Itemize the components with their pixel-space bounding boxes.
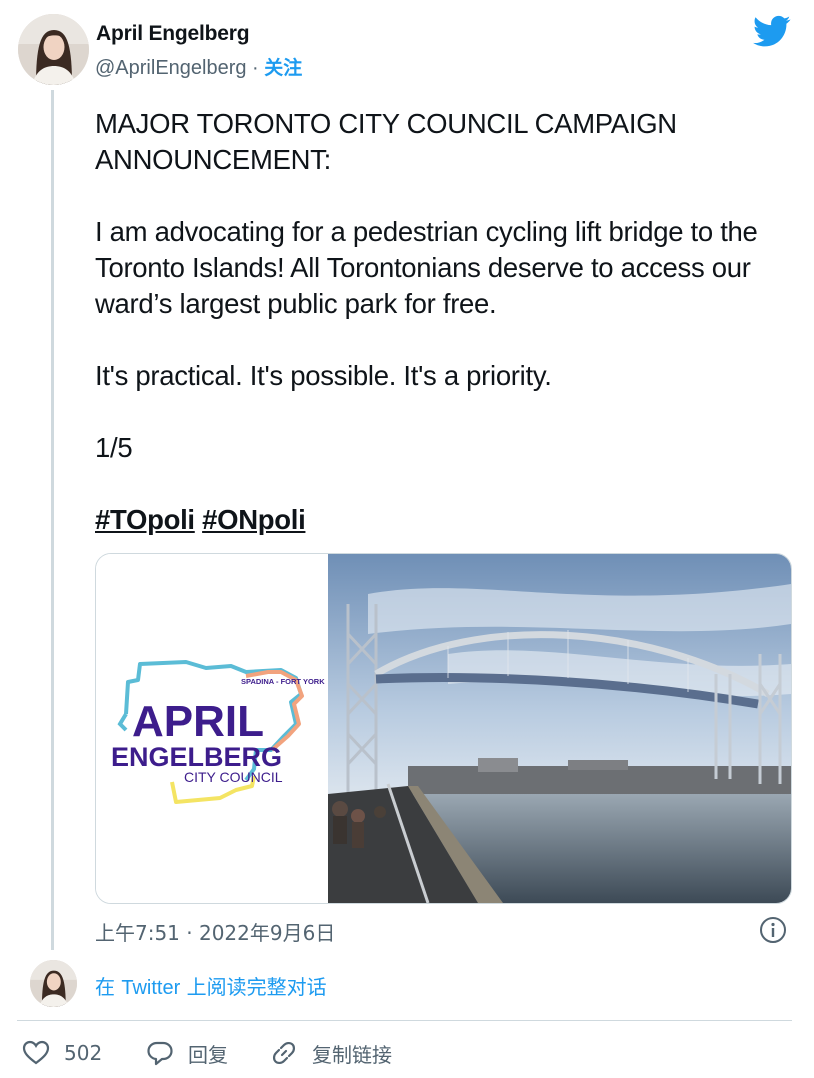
logo-line3: CITY COUNCIL — [184, 769, 283, 785]
author-avatar[interactable] — [18, 14, 89, 85]
copy-link-label: 复制链接 — [312, 1042, 392, 1067]
media-card[interactable]: SPADINA - FORT YORK APRIL ENGELBERG CITY… — [95, 553, 792, 904]
logo-line1: APRIL — [132, 697, 264, 746]
read-more-prefix: 在 — [95, 975, 122, 999]
link-icon — [272, 1041, 296, 1065]
handle-separator: · — [246, 57, 265, 79]
tweet-timestamp[interactable]: 上午7:51 · 2022年9月6日 — [95, 917, 335, 946]
hashtag-link[interactable]: #ONpoli — [202, 504, 306, 535]
read-full-conversation-link[interactable]: 在 Twitter 上阅读完整对话 — [95, 971, 327, 1000]
logo-line2: ENGELBERG — [111, 742, 282, 772]
divider — [17, 1020, 792, 1021]
tweet-paragraph: It's practical. It's possible. It's a pr… — [95, 360, 552, 391]
author-handle[interactable]: @AprilEngelberg — [95, 57, 247, 79]
tweet-paragraph: MAJOR TORONTO CITY COUNCIL CAMPAIGN ANNO… — [95, 108, 677, 175]
twitter-bird-icon[interactable] — [753, 15, 791, 48]
tweet-paragraph: I am advocating for a pedestrian cycling… — [95, 216, 758, 319]
read-more-suffix: 上阅读完整对话 — [180, 975, 327, 999]
hashtags: #TOpoli #ONpoli — [95, 502, 795, 538]
read-more-twitter: Twitter — [121, 977, 181, 999]
tweet-paragraph: 1/5 — [95, 432, 133, 463]
campaign-logo-image[interactable]: SPADINA - FORT YORK APRIL ENGELBERG CITY… — [96, 554, 328, 903]
thread-avatar[interactable] — [30, 960, 77, 1007]
copy-link-button[interactable]: 复制链接 — [270, 1038, 392, 1068]
author-name[interactable]: April Engelberg — [96, 22, 250, 46]
reply-button[interactable]: 回复 — [146, 1038, 228, 1068]
info-icon[interactable] — [758, 915, 788, 945]
heart-icon — [22, 1040, 50, 1065]
like-count: 502 — [64, 1041, 103, 1065]
reply-label: 回复 — [188, 1042, 228, 1067]
like-button[interactable]: 502 — [22, 1038, 102, 1068]
reply-icon — [147, 1041, 173, 1066]
follow-button[interactable]: 关注 — [264, 57, 302, 79]
thread-line — [51, 90, 54, 950]
hashtag-link[interactable]: #TOpoli — [95, 504, 195, 535]
bridge-photo[interactable] — [328, 554, 791, 903]
logo-top-text: SPADINA - FORT YORK — [241, 677, 325, 686]
author-handle-row: @AprilEngelberg · 关注 — [95, 53, 302, 80]
tweet-text: MAJOR TORONTO CITY COUNCIL CAMPAIGN ANNO… — [95, 106, 795, 538]
